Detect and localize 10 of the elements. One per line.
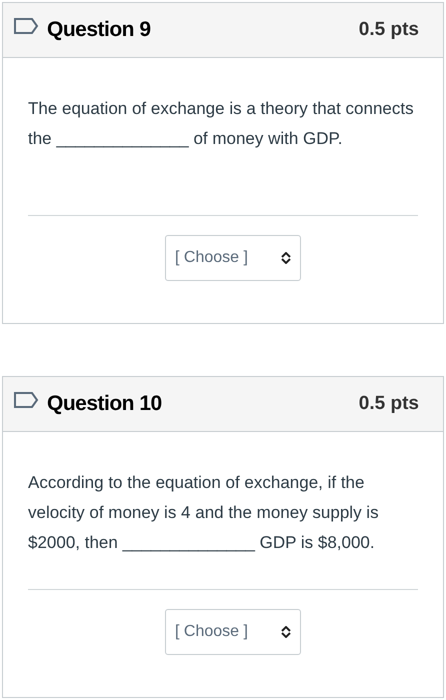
- chevron-up-down-icon: [281, 252, 291, 264]
- points-label: 0.5 pts: [358, 18, 419, 42]
- points-label: 0.5 pts: [358, 392, 419, 416]
- question-title: Question 9: [47, 17, 151, 44]
- chevron-up-down-icon: [281, 626, 291, 638]
- question-title: Question 10: [47, 391, 162, 418]
- answer-dropdown[interactable]: [ Choose ]: [165, 235, 301, 281]
- question-text: The equation of exchange is a theory that connects the ______________ of money with GDP.: [28, 98, 415, 150]
- question-text: According to the equation of exchange, if the velocity of money is 4 and the money supply is $2000, then ______________ GDP is $8,000.: [28, 472, 380, 554]
- answer-dropdown[interactable]: [ Choose ]: [165, 609, 301, 655]
